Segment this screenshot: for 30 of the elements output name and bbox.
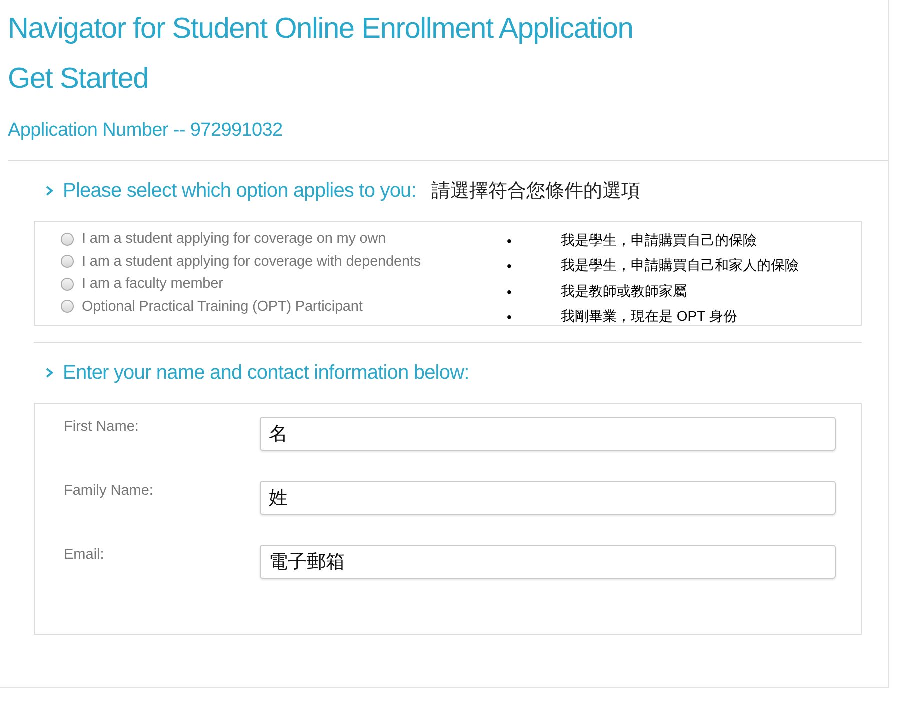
option-label: I am a faculty member: [82, 276, 224, 292]
bullet: •: [506, 258, 513, 274]
option-label: I am a student applying for coverage with dependents: [82, 254, 421, 270]
input-field[interactable]: 姓: [260, 481, 836, 515]
radio-button[interactable]: [61, 278, 74, 291]
radio-button[interactable]: [61, 255, 74, 268]
bullet: •: [506, 232, 513, 249]
radio-button[interactable]: [61, 232, 74, 246]
option-label: Optional Practical Training (OPT) Participant: [82, 298, 363, 315]
field-label: First Name:: [63, 418, 140, 435]
bullet: •: [506, 309, 513, 326]
option-translation: 我是教師或教師家屬: [561, 282, 687, 301]
heading-translation: 請選擇符合您條件的選項: [431, 180, 640, 204]
chevron-icon: [46, 368, 54, 378]
section-heading: Enter your name and contact information below:: [63, 362, 470, 384]
section-heading: Please select which option applies to you:: [63, 180, 416, 202]
chevron-icon: [46, 186, 54, 196]
option-translation: 我是學生，申請購買自己的保險: [561, 232, 757, 250]
option-label: I am a student applying for coverage on my own: [82, 231, 386, 248]
input-field[interactable]: 名: [260, 417, 836, 451]
page-title: Navigator for Student Online Enrollment Application: [8, 12, 634, 47]
option-translation: 我是學生，申請購買自己和家人的保險: [561, 257, 799, 276]
radio-button[interactable]: [61, 300, 74, 314]
field-label: Email:: [63, 546, 106, 563]
application-number: Application Number -- 972991032: [7, 120, 284, 142]
option-translation: 我剛畢業，現在是 OPT 身份: [561, 308, 738, 326]
bullet: •: [506, 284, 513, 300]
field-label: Family Name:: [63, 482, 154, 499]
page-title: Get Started: [8, 62, 150, 97]
input-field[interactable]: 電子郵箱: [260, 545, 836, 579]
